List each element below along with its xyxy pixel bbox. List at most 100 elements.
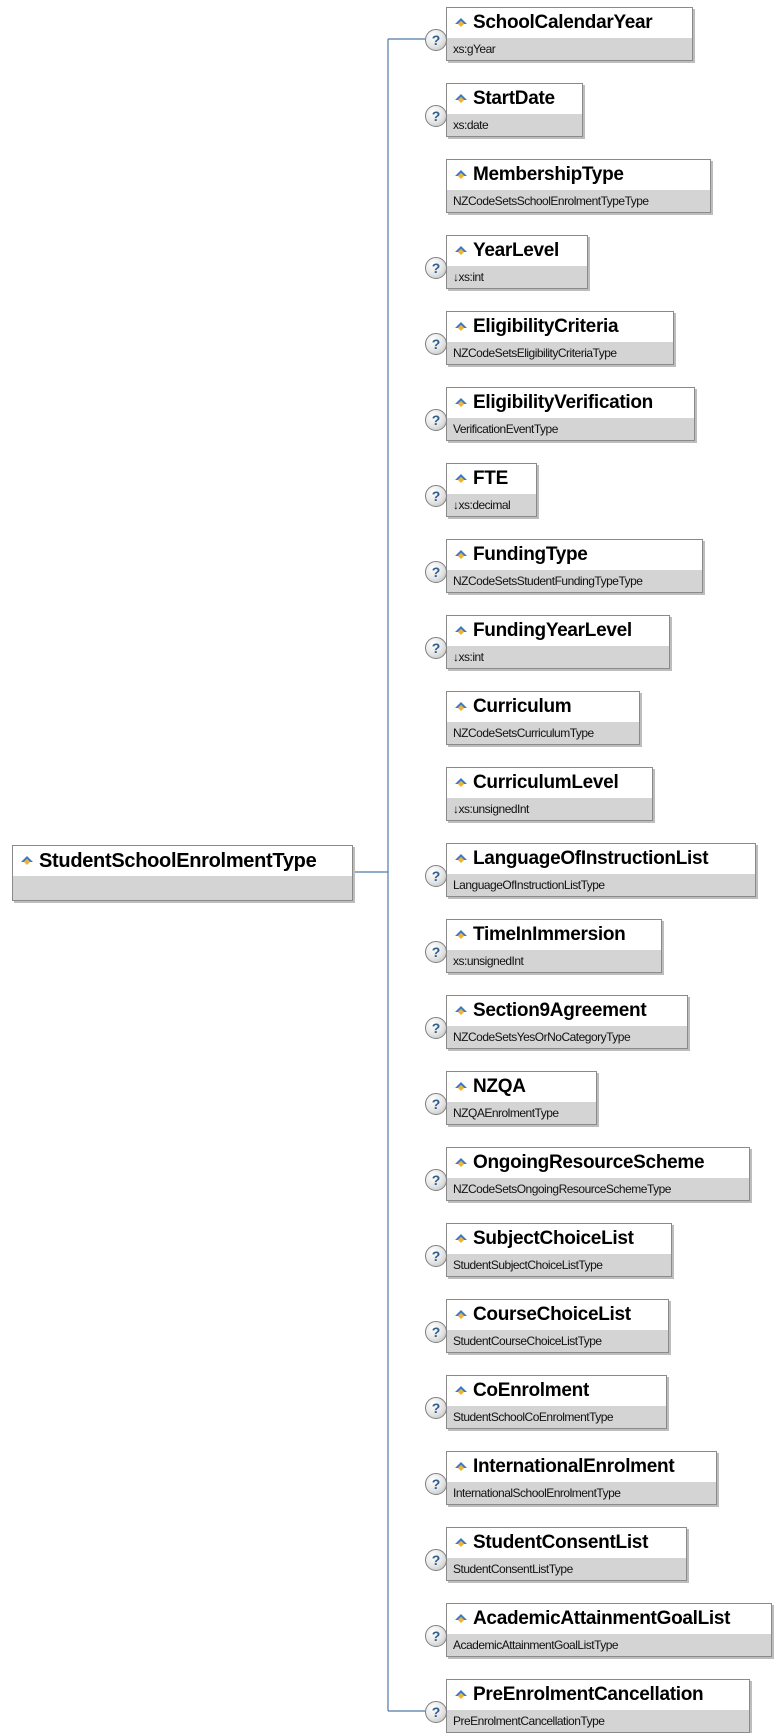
element-box-studentconsentlist[interactable]: StudentConsentList StudentConsentListType (446, 1527, 687, 1581)
element-box-timeinimmersion[interactable]: TimeInImmersion xs:unsignedInt (446, 919, 662, 973)
element-name: CurriculumLevel (473, 772, 619, 793)
element-type: ↓xs:decimal (447, 494, 536, 516)
element-header: EligibilityCriteria (447, 312, 673, 342)
element-box-startdate[interactable]: StartDate xs:date (446, 83, 583, 137)
element-box-fundingyearlevel[interactable]: FundingYearLevel ↓xs:int (446, 615, 670, 669)
optional-icon[interactable]: ? (425, 865, 447, 887)
optional-icon[interactable]: ? (425, 1473, 447, 1495)
element-header: OngoingResourceScheme (447, 1148, 749, 1178)
element-box-membershiptype[interactable]: MembershipType NZCodeSetsSchoolEnrolmentT… (446, 159, 711, 213)
optional-icon[interactable]: ? (425, 1625, 447, 1647)
optional-icon[interactable]: ? (425, 1701, 447, 1723)
element-box-nzqa[interactable]: NZQA NZQAEnrolmentType (446, 1071, 597, 1125)
element-type: NZCodeSetsYesOrNoCategoryType (447, 1026, 687, 1048)
element-box-subjectchoicelist[interactable]: SubjectChoiceList StudentSubjectChoiceLis… (446, 1223, 672, 1277)
element-type: LanguageOfInstructionListType (447, 874, 755, 896)
optional-icon[interactable]: ? (425, 105, 447, 127)
element-type: VerificationEventType (447, 418, 694, 440)
element-icon (455, 1462, 467, 1471)
element-box-coursechoicelist[interactable]: CourseChoiceList StudentCourseChoiceListT… (446, 1299, 669, 1353)
element-box-academicattainmentgoallist[interactable]: AcademicAttainmentGoalList AcademicAttain… (446, 1603, 772, 1657)
schema-diagram: StudentSchoolEnrolmentType SchoolCalenda… (0, 0, 774, 1733)
element-type: StudentSchoolCoEnrolmentType (447, 1406, 666, 1428)
element-icon (455, 1538, 467, 1547)
element-header: PreEnrolmentCancellation (447, 1680, 749, 1710)
element-box-section9agreement[interactable]: Section9Agreement NZCodeSetsYesOrNoCatego… (446, 995, 688, 1049)
optional-icon[interactable]: ? (425, 409, 447, 431)
element-box-coenrolment[interactable]: CoEnrolment StudentSchoolCoEnrolmentType (446, 1375, 667, 1429)
element-name: EligibilityVerification (473, 392, 653, 413)
element-header: Section9Agreement (447, 996, 687, 1026)
element-name: FTE (473, 468, 508, 489)
root-type-name: StudentSchoolEnrolmentType (39, 849, 317, 872)
element-box-eligibilityverification[interactable]: EligibilityVerification VerificationEvent… (446, 387, 695, 441)
element-box-yearlevel[interactable]: YearLevel ↓xs:int (446, 235, 588, 289)
optional-icon[interactable]: ? (425, 333, 447, 355)
element-header: StudentConsentList (447, 1528, 686, 1558)
element-type: xs:gYear (447, 38, 692, 60)
element-box-curriculumlevel[interactable]: CurriculumLevel ↓xs:unsignedInt (446, 767, 653, 821)
optional-icon[interactable]: ? (425, 1549, 447, 1571)
element-icon (455, 930, 467, 939)
element-box-preenrolmentcancellation[interactable]: PreEnrolmentCancellation PreEnrolmentCanc… (446, 1679, 750, 1733)
element-icon (455, 626, 467, 635)
element-type: ↓xs:int (447, 646, 669, 668)
element-name: CoEnrolment (473, 1380, 589, 1401)
optional-icon[interactable]: ? (425, 561, 447, 583)
element-type: NZCodeSetsSchoolEnrolmentTypeType (447, 190, 710, 212)
element-header: FTE (447, 464, 536, 494)
element-icon (455, 1006, 467, 1015)
element-icon (455, 1310, 467, 1319)
element-name: LanguageOfInstructionList (473, 848, 709, 869)
element-name: SchoolCalendarYear (473, 12, 653, 33)
optional-icon[interactable]: ? (425, 1397, 447, 1419)
element-header: Curriculum (447, 692, 639, 722)
element-header: EligibilityVerification (447, 388, 694, 418)
element-type: ↓xs:unsignedInt (447, 798, 652, 820)
element-icon (455, 778, 467, 787)
optional-icon[interactable]: ? (425, 1321, 447, 1343)
element-box-ongoingresourcescheme[interactable]: OngoingResourceScheme NZCodeSetsOngoingRe… (446, 1147, 750, 1201)
optional-icon[interactable]: ? (425, 29, 447, 51)
optional-icon[interactable]: ? (425, 1093, 447, 1115)
element-icon (455, 1614, 467, 1623)
optional-icon[interactable]: ? (425, 637, 447, 659)
element-type: NZCodeSetsEligibilityCriteriaType (447, 342, 673, 364)
element-header: NZQA (447, 1072, 596, 1102)
element-header: CurriculumLevel (447, 768, 652, 798)
element-name: FundingYearLevel (473, 620, 632, 641)
root-type-box[interactable]: StudentSchoolEnrolmentType (12, 845, 353, 901)
element-icon (455, 1158, 467, 1167)
element-name: SubjectChoiceList (473, 1228, 634, 1249)
element-box-languageofinstructionlist[interactable]: LanguageOfInstructionList LanguageOfInstr… (446, 843, 756, 897)
optional-icon[interactable]: ? (425, 1169, 447, 1191)
element-type: NZCodeSetsCurriculumType (447, 722, 639, 744)
element-name: PreEnrolmentCancellation (473, 1684, 704, 1705)
element-icon (455, 1690, 467, 1699)
optional-icon[interactable]: ? (425, 1245, 447, 1267)
optional-icon[interactable]: ? (425, 941, 447, 963)
element-box-schoolcalendaryear[interactable]: SchoolCalendarYear xs:gYear (446, 7, 693, 61)
element-header: FundingYearLevel (447, 616, 669, 646)
element-icon (455, 474, 467, 483)
element-header: AcademicAttainmentGoalList (447, 1604, 771, 1634)
element-name: Curriculum (473, 696, 572, 717)
element-box-curriculum[interactable]: Curriculum NZCodeSetsCurriculumType (446, 691, 640, 745)
element-box-fundingtype[interactable]: FundingType NZCodeSetsStudentFundingTypeT… (446, 539, 703, 593)
element-name: AcademicAttainmentGoalList (473, 1608, 731, 1629)
element-type: xs:unsignedInt (447, 950, 661, 972)
element-header: InternationalEnrolment (447, 1452, 716, 1482)
element-header: StartDate (447, 84, 582, 114)
element-box-internationalenrolment[interactable]: InternationalEnrolment InternationalSchoo… (446, 1451, 717, 1505)
element-header: YearLevel (447, 236, 587, 266)
optional-icon[interactable]: ? (425, 257, 447, 279)
optional-icon[interactable]: ? (425, 485, 447, 507)
element-box-fte[interactable]: FTE ↓xs:decimal (446, 463, 537, 517)
element-header: FundingType (447, 540, 702, 570)
element-header: LanguageOfInstructionList (447, 844, 755, 874)
optional-icon[interactable]: ? (425, 1017, 447, 1039)
element-name: CourseChoiceList (473, 1304, 631, 1325)
element-box-eligibilitycriteria[interactable]: EligibilityCriteria NZCodeSetsEligibility… (446, 311, 674, 365)
element-icon (455, 702, 467, 711)
element-icon (455, 94, 467, 103)
